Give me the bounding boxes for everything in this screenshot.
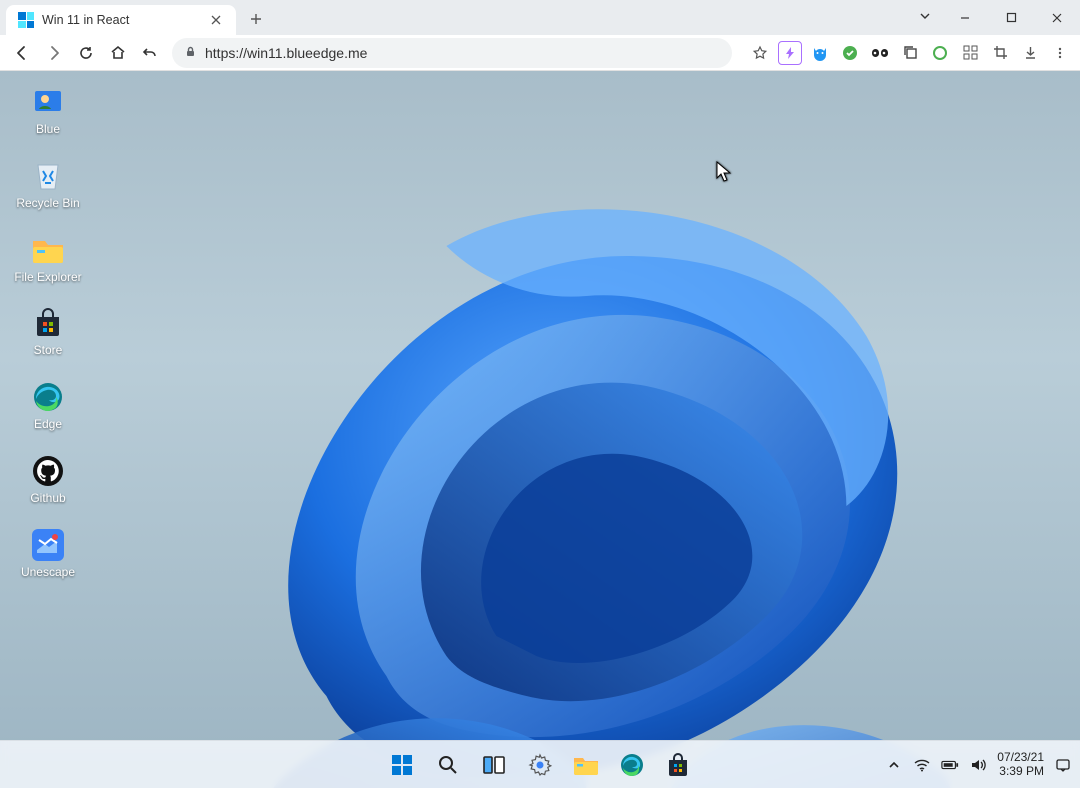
ms-store-icon [31,306,65,340]
desktop-icon-github[interactable]: Github [14,454,82,506]
tray-clock[interactable]: 07/23/21 3:39 PM [997,751,1044,779]
win11-desktop[interactable]: Blue Recycle Bin File Explorer Store Edg… [0,71,1080,788]
download-icon[interactable] [1018,41,1042,65]
tray-chevron-up-icon[interactable] [885,756,903,774]
extension-grid-icon[interactable] [958,41,982,65]
desktop-icon-label: Blue [36,123,60,137]
tab-close-button[interactable] [208,12,224,28]
browser-tabstrip: Win 11 in React [0,0,1080,35]
game-tile-icon [31,528,65,562]
extension-copy-icon[interactable] [898,41,922,65]
url-text: https://win11.blueedge.me [205,45,367,61]
star-bookmark-icon[interactable] [748,41,772,65]
desktop-icon-file-explorer[interactable]: File Explorer [14,233,82,285]
extension-crop-icon[interactable] [988,41,1012,65]
desktop-icon-recycle-bin[interactable]: Recycle Bin [14,159,82,211]
nav-reload-button[interactable] [72,39,100,67]
extension-cat-icon[interactable] [808,41,832,65]
tab-title: Win 11 in React [42,13,129,27]
desktop-icon-unescape[interactable]: Unescape [14,528,82,580]
browser-tab-active[interactable]: Win 11 in React [6,5,236,35]
tray-time: 3:39 PM [997,765,1044,779]
desktop-icon-label: Store [34,344,63,358]
tray-date: 07/23/21 [997,751,1044,765]
desktop-icon-label: Unescape [21,566,75,580]
address-bar[interactable]: https://win11.blueedge.me [172,38,732,68]
desktop-icon-label: Github [30,492,65,506]
wallpaper-bloom-icon [146,136,966,788]
taskbar-settings-button[interactable] [520,745,560,785]
task-view-button[interactable] [474,745,514,785]
desktop-icon-label: Recycle Bin [16,197,79,211]
nav-undo-button[interactable] [136,39,164,67]
browser-toolbar: https://win11.blueedge.me [0,35,1080,71]
file-explorer-icon [31,233,65,267]
new-tab-button[interactable] [242,5,270,33]
extension-check-icon[interactable] [838,41,862,65]
browser-menu-button[interactable] [1048,41,1072,65]
windows-favicon-icon [18,12,34,28]
nav-back-button[interactable] [8,39,36,67]
nav-forward-button[interactable] [40,39,68,67]
desktop-icon-edge[interactable]: Edge [14,380,82,432]
recycle-bin-icon [31,159,65,193]
lock-icon [184,45,197,61]
github-icon [31,454,65,488]
taskbar-explorer-button[interactable] [566,745,606,785]
desktop-icon-store[interactable]: Store [14,306,82,358]
taskbar: 07/23/21 3:39 PM [0,740,1080,788]
taskbar-store-button[interactable] [658,745,698,785]
extension-circle-icon[interactable] [928,41,952,65]
tabs-dropdown-icon[interactable] [920,8,930,26]
nav-home-button[interactable] [104,39,132,67]
extension-bolt-icon[interactable] [778,41,802,65]
desktop-icons-column: Blue Recycle Bin File Explorer Store Edg… [14,85,82,580]
window-maximize-button[interactable] [988,3,1034,33]
system-tray: 07/23/21 3:39 PM [885,751,1072,779]
battery-icon[interactable] [941,756,959,774]
desktop-icon-blue[interactable]: Blue [14,85,82,137]
desktop-icon-label: Edge [34,418,62,432]
wifi-icon[interactable] [913,756,931,774]
extension-eyes-icon[interactable] [868,41,892,65]
window-close-button[interactable] [1034,3,1080,33]
user-account-icon [31,85,65,119]
notifications-icon[interactable] [1054,756,1072,774]
start-button[interactable] [382,745,422,785]
mouse-cursor-icon [716,161,732,188]
taskbar-search-button[interactable] [428,745,468,785]
window-minimize-button[interactable] [942,3,988,33]
desktop-icon-label: File Explorer [14,271,81,285]
taskbar-edge-button[interactable] [612,745,652,785]
edge-browser-icon [31,380,65,414]
volume-icon[interactable] [969,756,987,774]
